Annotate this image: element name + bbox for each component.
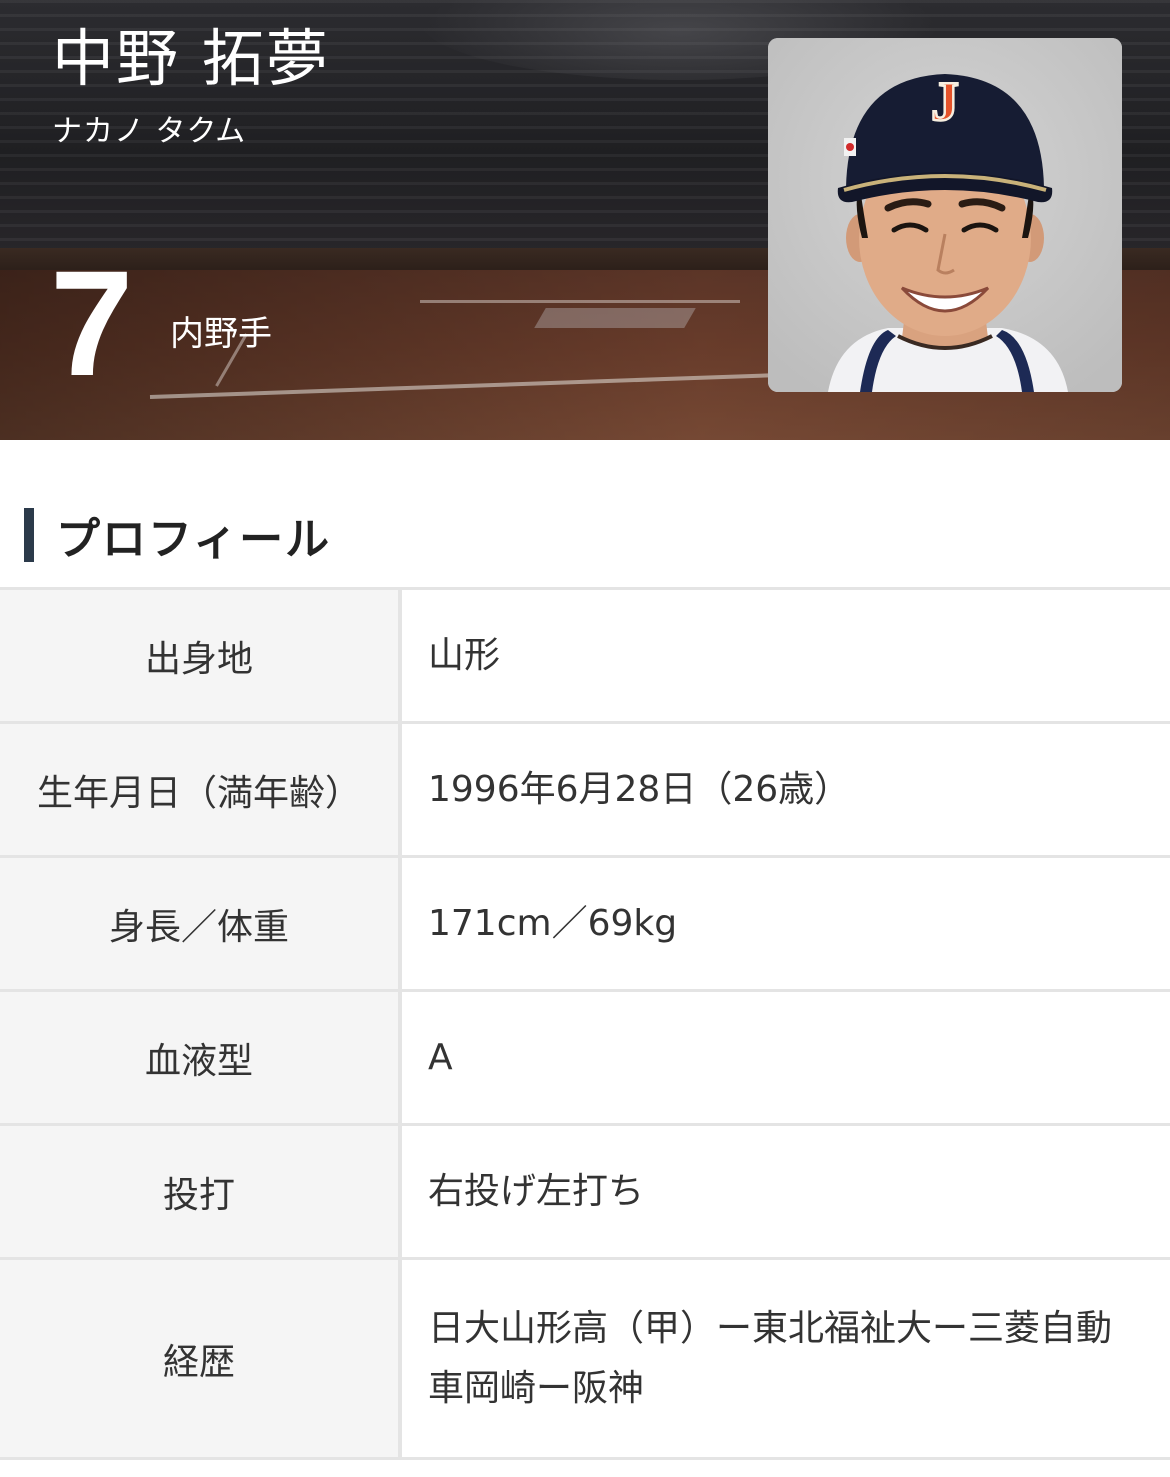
field-line — [420, 300, 740, 303]
player-header: 中野 拓夢 ナカノ タクム 7 内野手 J — [0, 0, 1170, 440]
table-row: 経歴 日大山形高（甲）ー東北福祉大ー三菱自動車岡崎ー阪神 — [0, 1257, 1170, 1460]
cap-logo: J — [931, 71, 959, 133]
row-value: A — [400, 989, 1170, 1126]
uniform-number: 7 — [50, 239, 134, 407]
player-position: 内野手 — [170, 314, 272, 354]
row-label: 投打 — [0, 1123, 402, 1260]
table-row: 生年月日（満年齢） 1996年6月28日（26歳） — [0, 721, 1170, 858]
row-value: 右投げ左打ち — [400, 1123, 1170, 1260]
table-row: 出身地 山形 — [0, 587, 1170, 724]
player-name: 中野 拓夢 — [52, 22, 330, 95]
player-portrait-image: J — [768, 38, 1122, 392]
player-photo: J — [768, 38, 1122, 392]
table-row: 血液型 A — [0, 989, 1170, 1126]
section-title: プロフィール — [56, 514, 332, 565]
row-label: 経歴 — [0, 1257, 402, 1460]
row-value: 171cm／69kg — [400, 855, 1170, 992]
row-label: 身長／体重 — [0, 855, 402, 992]
table-row: 身長／体重 171cm／69kg — [0, 855, 1170, 992]
home-plate-area — [534, 308, 696, 328]
heading-accent-bar — [24, 508, 34, 562]
row-value: 1996年6月28日（26歳） — [400, 721, 1170, 858]
row-value: 山形 — [400, 587, 1170, 724]
table-row: 投打 右投げ左打ち — [0, 1123, 1170, 1260]
section-heading: プロフィール — [24, 508, 331, 565]
profile-table: 出身地 山形 生年月日（満年齢） 1996年6月28日（26歳） 身長／体重 1… — [0, 587, 1170, 1460]
row-label: 血液型 — [0, 989, 402, 1126]
row-value: 日大山形高（甲）ー東北福祉大ー三菱自動車岡崎ー阪神 — [400, 1257, 1170, 1460]
row-label: 生年月日（満年齢） — [0, 721, 402, 858]
player-name-kana: ナカノ タクム — [52, 114, 247, 149]
row-label: 出身地 — [0, 587, 402, 724]
